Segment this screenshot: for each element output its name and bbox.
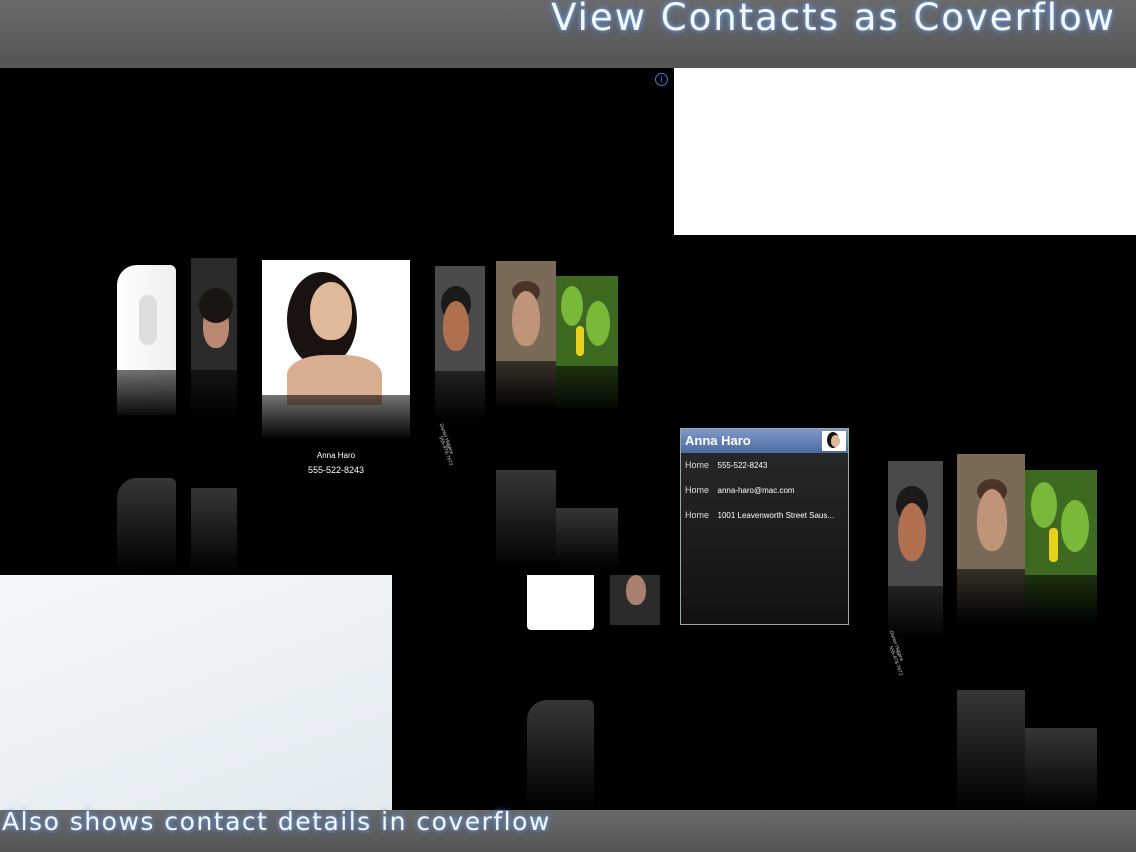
detail-row-label: Home — [685, 485, 710, 495]
avatar — [822, 431, 846, 451]
info-icon[interactable]: i — [655, 73, 668, 86]
cover-selected-anna-haro[interactable] — [262, 260, 410, 440]
reflection — [957, 690, 1025, 810]
detail-row-label: Home — [685, 510, 710, 520]
cover-small-blank[interactable] — [527, 575, 594, 630]
detail-row-value: 555-522-8243 — [717, 461, 768, 470]
header-band: View Contacts as Coverflow — [0, 0, 1136, 68]
selected-contact-name: Anna Haro — [316, 451, 356, 460]
cover-contact-man-2[interactable] — [496, 261, 556, 411]
reflection — [117, 478, 176, 573]
detail-row-phone[interactable]: Home 555-522-8243 — [685, 460, 767, 470]
detail-row-label: Home — [685, 460, 710, 470]
detail-contact-name: Anna Haro — [685, 433, 751, 448]
selected-contact-phone: 555-522-8243 — [307, 465, 365, 475]
cover-contact-man-1-right[interactable] — [888, 461, 943, 641]
contact-detail-card[interactable]: Anna Haro Home 555-522-8243 Home anna-ha… — [680, 428, 849, 625]
detail-row-value: anna-haro@mac.com — [717, 486, 795, 495]
coverflow-screenshot: i Anna Haro 555-522-8243 Daniel Higgins … — [0, 68, 1136, 810]
reflection — [1025, 728, 1097, 810]
cover-contact-plant-right[interactable] — [1025, 470, 1097, 625]
footer-caption: Also shows contact details in coverflow — [2, 807, 551, 836]
detail-header: Anna Haro — [681, 429, 848, 453]
reflection — [556, 508, 618, 568]
cover-contact-woman[interactable] — [191, 258, 237, 418]
page-title: View Contacts as Coverflow — [551, 0, 1116, 39]
footer-band: Also shows contact details in coverflow — [0, 807, 1136, 852]
reflection — [496, 470, 556, 570]
cover-contact-man-1[interactable] — [435, 266, 485, 421]
detail-row-address[interactable]: Home 1001 Leavenworth Street Saus... — [685, 510, 834, 520]
cover-blank-contact[interactable] — [117, 265, 176, 415]
blank-panel-bottom — [0, 575, 392, 810]
reflection — [527, 700, 594, 810]
cover-contact-man-2-right[interactable] — [957, 454, 1025, 624]
cover-contact-plant[interactable] — [556, 276, 618, 408]
blank-panel-top — [674, 68, 1136, 235]
detail-row-value: 1001 Leavenworth Street Saus... — [717, 511, 835, 520]
reflection — [191, 488, 237, 573]
cover-small-woman[interactable] — [610, 575, 660, 625]
detail-row-email[interactable]: Home anna-haro@mac.com — [685, 485, 795, 495]
